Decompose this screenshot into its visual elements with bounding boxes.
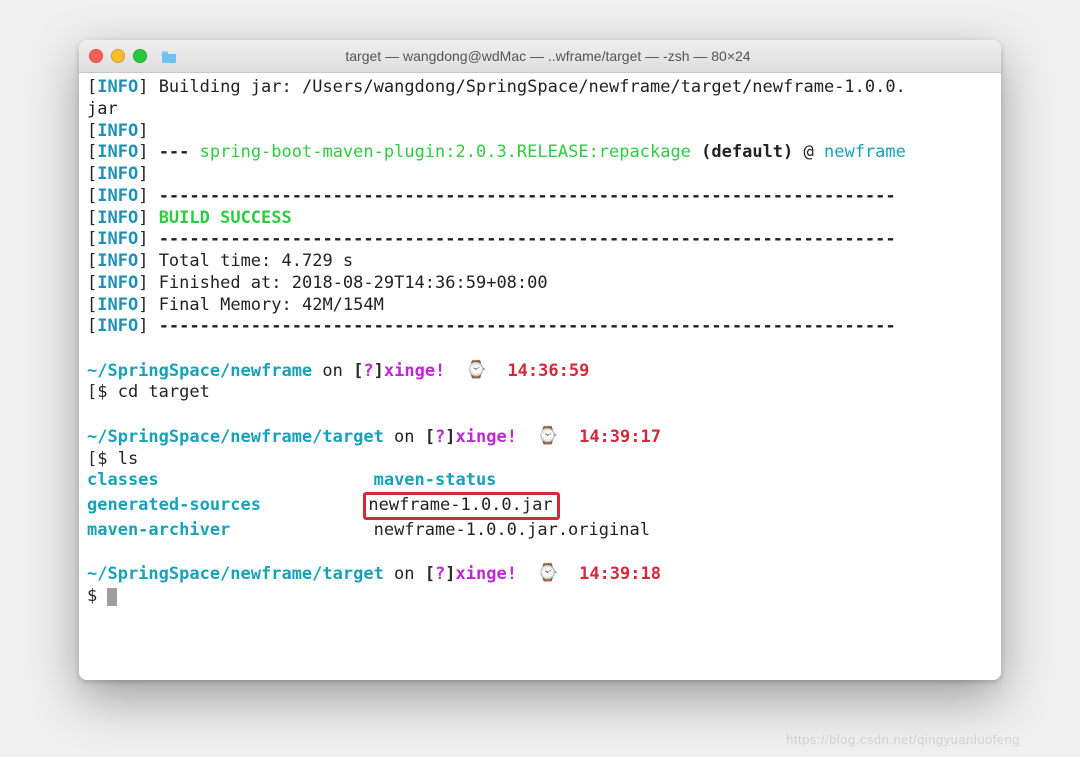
time: 14:39:17	[579, 427, 661, 447]
ls-item: classes	[87, 470, 159, 490]
close-icon[interactable]	[89, 49, 103, 63]
prompt-path: ~/SpringSpace/newframe/target	[87, 427, 384, 447]
info-tag: INFO	[97, 295, 138, 315]
on: on	[312, 361, 353, 381]
branch: xinge!	[384, 361, 445, 381]
stage: target — wangdong@wdMac — ..wframe/targe…	[0, 0, 1080, 757]
dashes: ----------------------------------------…	[148, 229, 895, 249]
info-tag: INFO	[97, 77, 138, 97]
on: on	[384, 564, 425, 584]
line-build-jar: Building jar: /Users/wangdong/SpringSpac…	[148, 77, 905, 97]
ls-item: maven-archiver	[87, 520, 230, 540]
branch-mark: ?	[435, 427, 445, 447]
jar-name: newframe-1.0.0.jar	[368, 495, 552, 515]
clock-icon: ⌚	[537, 426, 558, 446]
clock-icon: ⌚	[537, 563, 558, 583]
info-tag: INFO	[97, 164, 138, 184]
info-tag: INFO	[97, 229, 138, 249]
highlighted-jar: newframe-1.0.0.jar	[363, 492, 559, 520]
command: $ cd target	[97, 382, 210, 402]
info-tag: INFO	[97, 142, 138, 162]
project: newframe	[824, 142, 906, 162]
info-tag: INFO	[97, 186, 138, 206]
branch: xinge!	[456, 427, 517, 447]
ls-item: newframe-1.0.0.jar.original	[374, 520, 650, 540]
plugin: spring-boot-maven-plugin:2.0.3.RELEASE:r…	[200, 142, 691, 162]
watermark: https://blog.csdn.net/qingyuanluofeng	[786, 732, 1020, 747]
terminal-body[interactable]: [INFO] Building jar: /Users/wangdong/Spr…	[79, 73, 1001, 680]
dashes: ----------------------------------------…	[148, 316, 895, 336]
command: $ ls	[97, 449, 138, 469]
info-tag: INFO	[97, 208, 138, 228]
window-title: target — wangdong@wdMac — ..wframe/targe…	[105, 48, 991, 64]
prompt-dollar: $	[87, 586, 107, 606]
dashes: ----------------------------------------…	[148, 186, 895, 206]
time: 14:39:18	[579, 564, 661, 584]
ls-item: maven-status	[374, 470, 497, 490]
final-memory: Final Memory: 42M/154M	[148, 295, 383, 315]
branch-mark: ?	[363, 361, 373, 381]
build-success: BUILD SUCCESS	[148, 208, 291, 228]
at: @	[804, 142, 824, 162]
total-time: Total time: 4.729 s	[148, 251, 353, 271]
prompt-path: ~/SpringSpace/newframe	[87, 361, 312, 381]
finished-at: Finished at: 2018-08-29T14:36:59+08:00	[148, 273, 547, 293]
prompt-path: ~/SpringSpace/newframe/target	[87, 564, 384, 584]
on: on	[384, 427, 425, 447]
default: (default)	[691, 142, 804, 162]
time: 14:36:59	[507, 361, 589, 381]
cursor	[107, 588, 117, 606]
ls-item: generated-sources	[87, 495, 261, 515]
info-tag: INFO	[97, 121, 138, 141]
branch-mark: ?	[435, 564, 445, 584]
clock-icon: ⌚	[466, 360, 487, 380]
terminal-window: target — wangdong@wdMac — ..wframe/targe…	[79, 40, 1001, 680]
info-tag: INFO	[97, 273, 138, 293]
dash3: ---	[148, 142, 199, 162]
branch: xinge!	[456, 564, 517, 584]
titlebar[interactable]: target — wangdong@wdMac — ..wframe/targe…	[79, 40, 1001, 73]
info-tag: INFO	[97, 251, 138, 271]
line-build-jar-wrap: jar	[87, 99, 118, 119]
info-tag: INFO	[97, 316, 138, 336]
